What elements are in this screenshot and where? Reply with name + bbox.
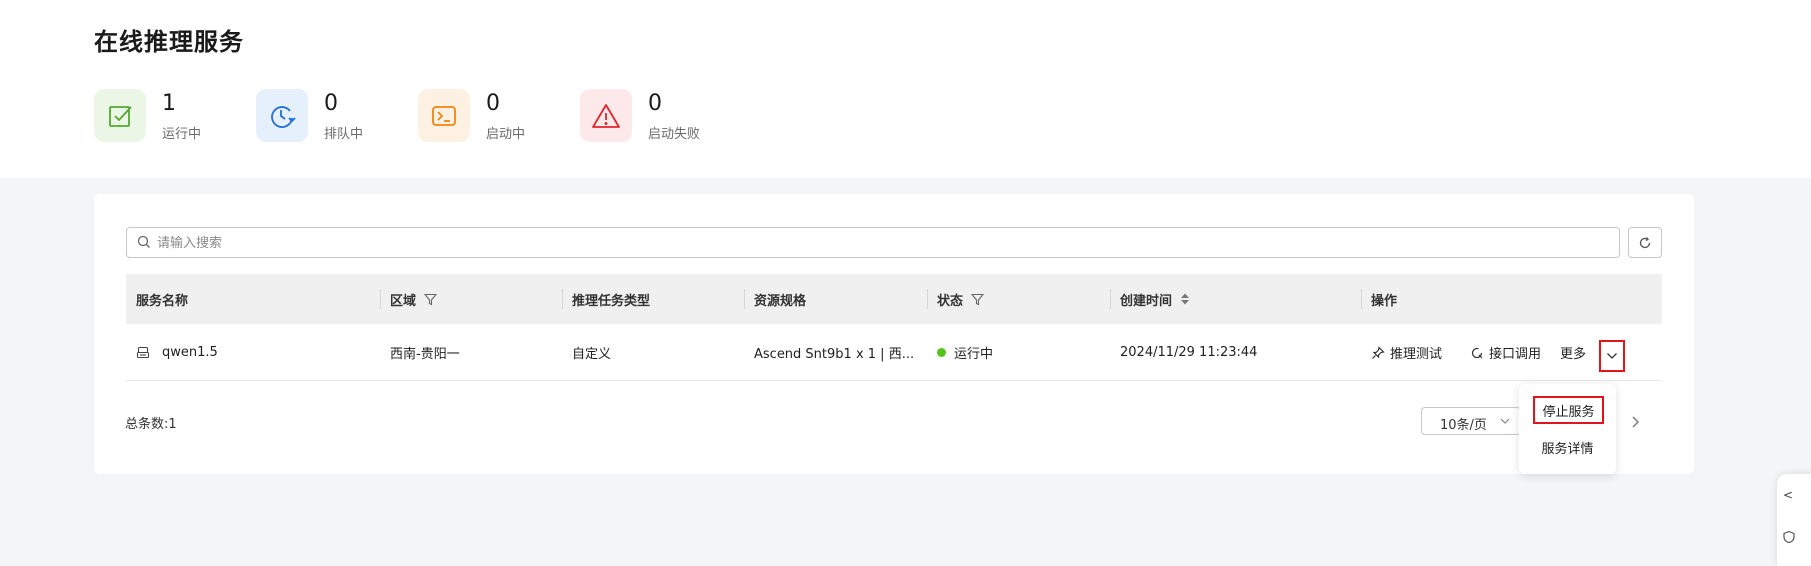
terminal-icon — [418, 89, 470, 142]
stat-count: 0 — [648, 91, 662, 116]
more-dropdown-menu: 停止服务 服务详情 — [1519, 384, 1616, 474]
service-name-cell: qwen1.5 — [136, 324, 218, 381]
service-details-menu-item[interactable]: 服务详情 — [1519, 438, 1616, 457]
column-divider — [380, 289, 381, 309]
column-header-label: 资源规格 — [754, 293, 807, 309]
header-section: 在线推理服务 1 运行中 0 排队中 0 启动中 0 启动失败 — [0, 0, 1811, 178]
stat-label: 运行中 — [162, 127, 202, 142]
actions-cell: 推理测试 接口调用 更多 — [1371, 324, 1586, 381]
total-count: 总条数:1 — [125, 417, 177, 432]
column-header-label: 创建时间 — [1120, 293, 1173, 309]
more-button[interactable]: 更多 — [1560, 343, 1586, 362]
service-name[interactable]: qwen1.5 — [162, 345, 218, 360]
filter-icon[interactable] — [971, 293, 985, 306]
column-divider — [927, 289, 928, 309]
service-icon — [136, 346, 150, 358]
check-square-icon — [94, 89, 146, 142]
column-header-label: 区域 — [390, 293, 417, 309]
column-divider — [562, 289, 563, 309]
api-call-label: 接口调用 — [1489, 347, 1542, 362]
column-header-region: 区域 — [380, 274, 438, 324]
page-size-value: 10条/页 — [1440, 418, 1487, 433]
chevron-right-icon — [1632, 416, 1639, 428]
created-cell: 2024/11/29 11:23:44 — [1120, 345, 1258, 360]
table-header: 服务名称 区域 推理任务类型 资源规格 状态 创建时间 操作 — [126, 274, 1662, 324]
pin-icon — [1372, 345, 1385, 359]
column-divider — [744, 289, 745, 309]
page-size-select[interactable]: 10条/页 — [1421, 407, 1521, 435]
column-header-name: 服务名称 — [136, 274, 188, 324]
inference-test-button[interactable]: 推理测试 — [1371, 343, 1442, 362]
stat-count: 1 — [162, 91, 176, 116]
stat-label: 排队中 — [324, 127, 364, 142]
refresh-button[interactable] — [1628, 227, 1662, 258]
column-header-status: 状态 — [927, 274, 985, 324]
status-dot — [937, 348, 946, 357]
task-type-cell: 自定义 — [572, 347, 612, 362]
side-floating-widget[interactable]: < — [1777, 474, 1811, 566]
next-page-button[interactable] — [1630, 414, 1640, 433]
api-call-icon — [1471, 347, 1483, 358]
column-header-label: 服务名称 — [136, 293, 189, 309]
refresh-icon — [1639, 236, 1651, 248]
spec-cell: Ascend Snt9b1 x 1 | 西... — [754, 347, 915, 362]
column-header-actions: 操作 — [1361, 274, 1398, 324]
more-label: 更多 — [1560, 347, 1587, 362]
stat-count: 0 — [324, 91, 338, 116]
column-header-created[interactable]: 创建时间 — [1110, 274, 1190, 324]
chevron-down-icon — [1500, 418, 1510, 424]
stat-count: 0 — [486, 91, 500, 116]
chevron-down-icon — [1607, 353, 1617, 359]
collapse-arrow[interactable]: < — [1783, 488, 1793, 502]
column-header-task-type: 推理任务类型 — [562, 274, 651, 324]
column-header-label: 推理任务类型 — [572, 293, 651, 309]
column-header-label: 操作 — [1371, 293, 1398, 309]
column-divider — [1361, 289, 1362, 309]
warning-triangle-icon — [580, 89, 632, 142]
stat-label: 启动失败 — [648, 127, 701, 142]
search-box[interactable] — [126, 227, 1620, 258]
sort-icon[interactable] — [1180, 292, 1190, 306]
search-input[interactable] — [157, 232, 1597, 254]
column-header-label: 状态 — [937, 293, 964, 309]
page-title: 在线推理服务 — [94, 28, 244, 56]
search-icon — [137, 235, 150, 248]
filter-icon[interactable] — [424, 293, 438, 306]
region-cell: 西南-贵阳一 — [390, 347, 460, 362]
column-divider — [1110, 289, 1111, 309]
status-cell: 运行中 — [937, 324, 993, 381]
table-row: qwen1.5 西南-贵阳一 自定义 Ascend Snt9b1 x 1 | 西… — [126, 324, 1662, 381]
more-dropdown-toggle[interactable] — [1599, 340, 1625, 372]
clock-refresh-icon — [256, 89, 308, 142]
api-call-button[interactable]: 接口调用 — [1470, 343, 1541, 362]
column-header-spec: 资源规格 — [744, 274, 807, 324]
shield-icon[interactable] — [1782, 530, 1796, 544]
inference-test-label: 推理测试 — [1390, 347, 1443, 362]
status-text: 运行中 — [954, 347, 994, 362]
stop-service-menu-item[interactable]: 停止服务 — [1533, 396, 1604, 424]
stat-label: 启动中 — [486, 127, 526, 142]
